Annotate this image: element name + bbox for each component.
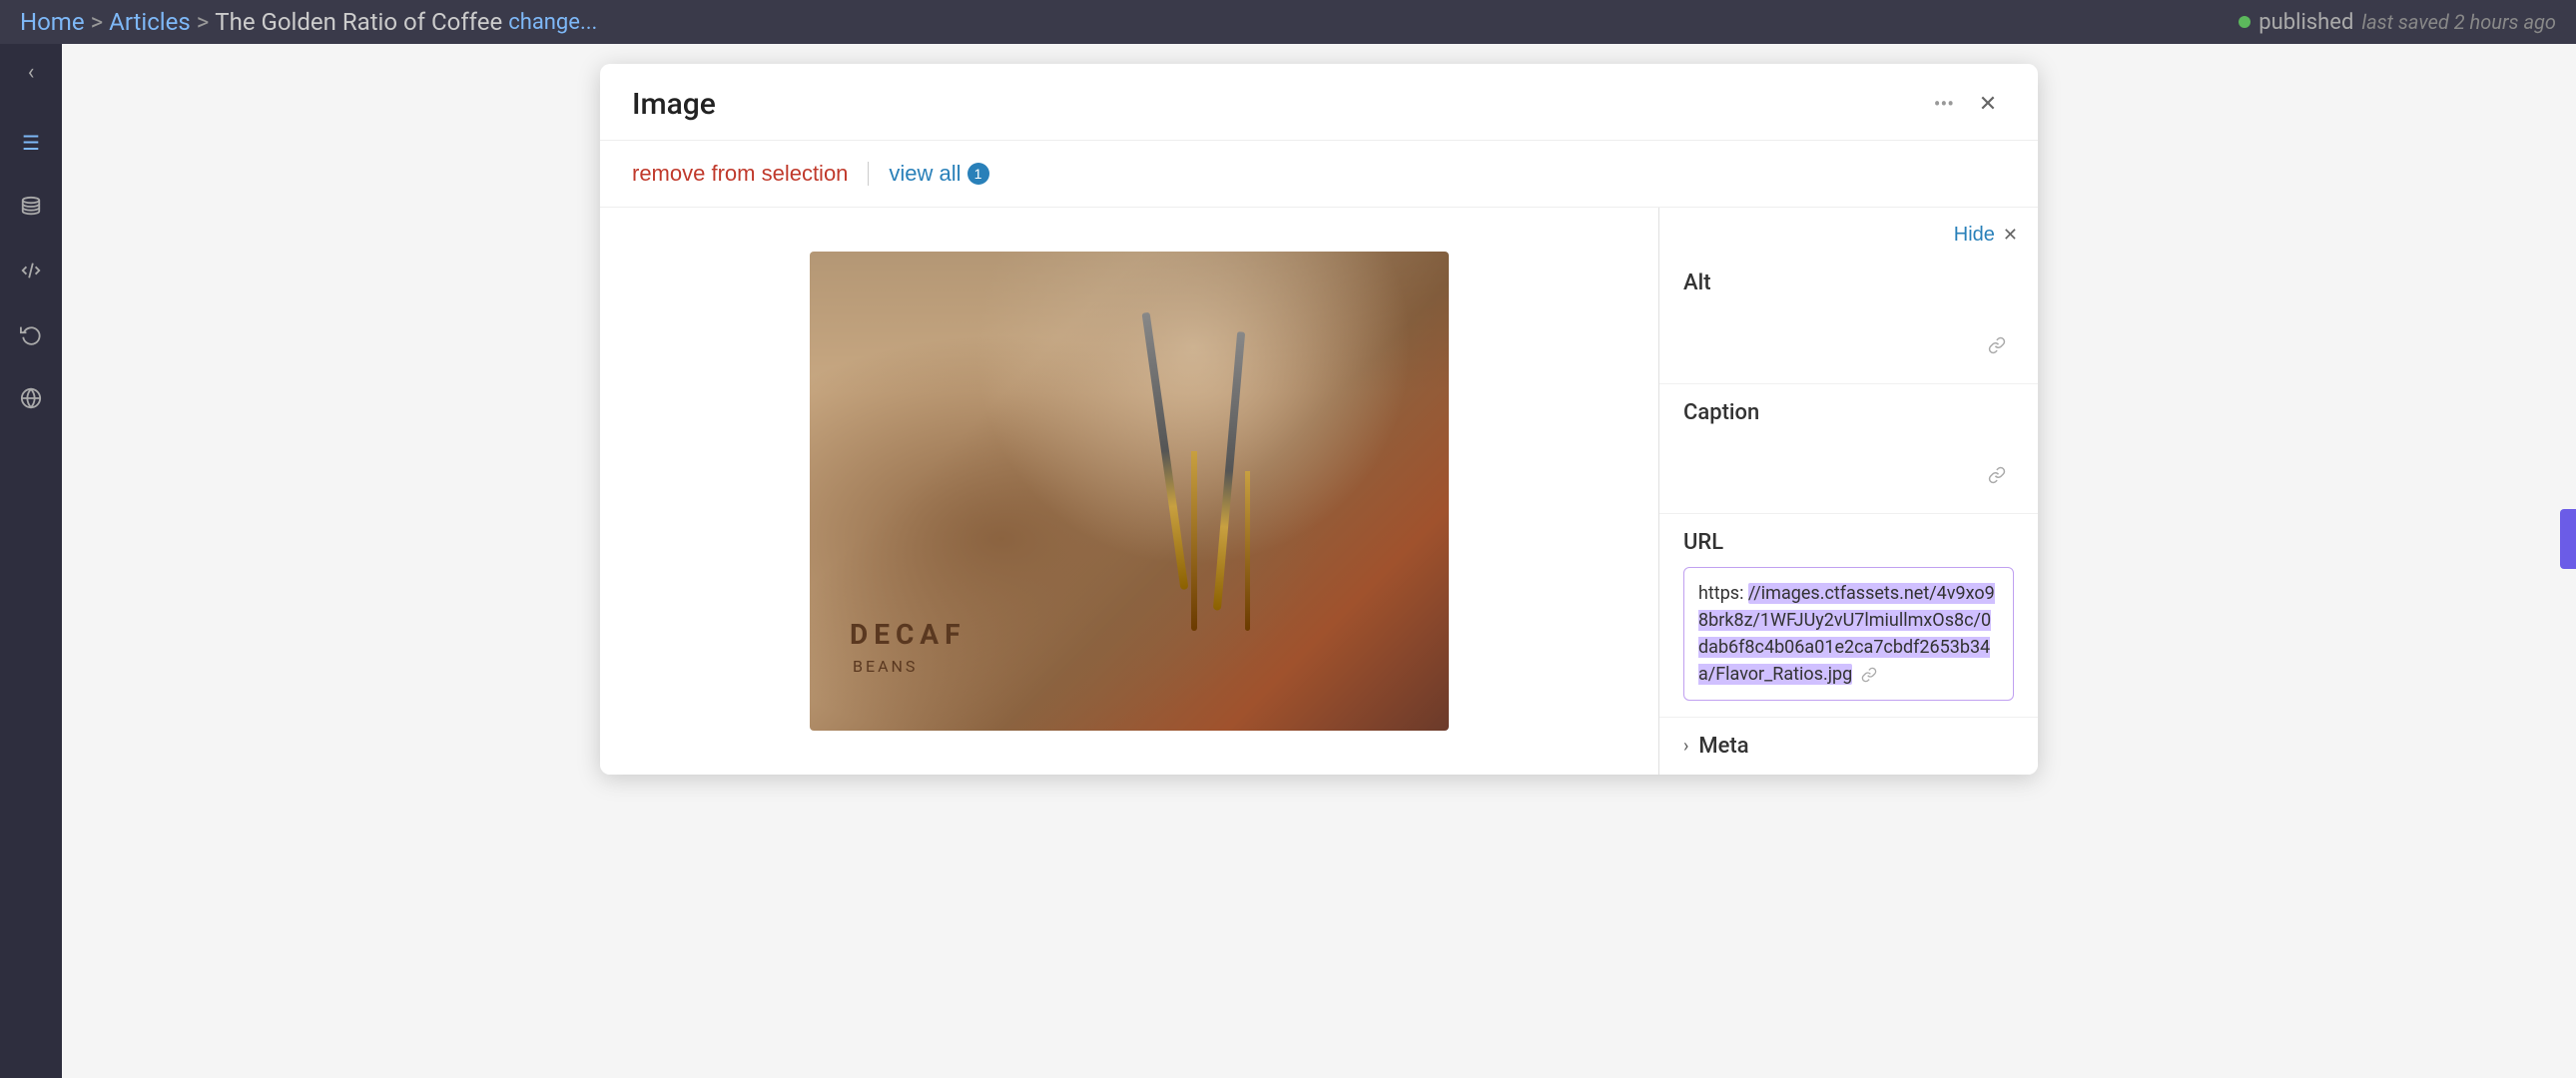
breadcrumb-page-title: The Golden Ratio of Coffee xyxy=(215,8,502,36)
sidebar-back-button[interactable]: ‹ xyxy=(28,60,35,85)
breadcrumb-articles[interactable]: Articles xyxy=(109,8,191,36)
sidebar-icon-code[interactable] xyxy=(13,253,49,288)
side-panel-indicator[interactable] xyxy=(2560,509,2576,569)
hide-close-icon[interactable]: ✕ xyxy=(2003,225,2018,246)
coffee-drip-right xyxy=(1245,471,1250,631)
alt-field-section: Alt xyxy=(1659,255,2038,384)
view-all-button[interactable]: view all 1 xyxy=(889,161,988,187)
toolbar-divider xyxy=(868,162,869,186)
modal-overlay: Image ••• ✕ remove from selection view a… xyxy=(62,44,2576,1078)
sidebar-icon-database[interactable] xyxy=(13,189,49,225)
coffee-image: DECAF BEANS xyxy=(810,252,1449,731)
decaf-sub-text: BEANS xyxy=(853,657,918,676)
modal-panel: Image ••• ✕ remove from selection view a… xyxy=(600,64,2038,775)
alt-link-icon xyxy=(1988,336,2006,359)
url-input-box[interactable]: https: //images.ctfassets.net/4v9xo98brk… xyxy=(1683,567,2014,701)
modal-body: DECAF BEANS Hide ✕ Alt xyxy=(600,208,2038,775)
caption-label: Caption xyxy=(1683,400,2014,425)
meta-header[interactable]: › Meta xyxy=(1683,734,2014,759)
sidebar-icon-globe[interactable] xyxy=(13,380,49,416)
sidebar-icon-menu[interactable]: ☰ xyxy=(13,125,49,161)
view-all-count: 1 xyxy=(967,163,989,185)
status-dot xyxy=(2239,16,2251,28)
modal-title: Image xyxy=(632,87,716,122)
breadcrumb-sep1: > xyxy=(91,8,104,36)
status-saved-text: last saved 2 hours ago xyxy=(2361,10,2556,34)
content-area: Image ••• ✕ remove from selection view a… xyxy=(62,44,2576,1078)
change-link[interactable]: change... xyxy=(508,10,597,35)
more-options-icon[interactable]: ••• xyxy=(1934,92,1954,116)
right-panel: Hide ✕ Alt xyxy=(1658,208,2038,775)
caption-input-area[interactable] xyxy=(1683,437,2014,497)
spoon-right-decoration xyxy=(1213,331,1245,611)
right-panel-header: Hide ✕ xyxy=(1659,208,2038,255)
meta-label: Meta xyxy=(1698,734,1748,759)
caption-link-icon xyxy=(1988,466,2006,489)
status-label: published xyxy=(2258,10,2353,35)
spoon-left-decoration xyxy=(1142,312,1189,590)
main-layout: ‹ ☰ xyxy=(0,44,2576,1078)
view-all-label: view all xyxy=(889,161,961,187)
caption-field-section: Caption xyxy=(1659,384,2038,514)
modal-header: Image ••• ✕ xyxy=(600,64,2038,141)
decaf-text: DECAF xyxy=(850,618,966,651)
url-prefix: https: xyxy=(1698,583,1748,604)
image-preview-area: DECAF BEANS xyxy=(600,208,1658,775)
topbar: Home > Articles > The Golden Ratio of Co… xyxy=(0,0,2576,44)
breadcrumb: Home > Articles > The Golden Ratio of Co… xyxy=(20,8,597,36)
url-section: URL https: //images.ctfassets.net/4v9xo9… xyxy=(1659,514,2038,717)
url-text: https: //images.ctfassets.net/4v9xo98brk… xyxy=(1698,583,1995,685)
url-label: URL xyxy=(1683,530,2014,555)
coffee-drip-left xyxy=(1191,451,1197,631)
alt-label: Alt xyxy=(1683,270,2014,295)
sidebar: ‹ ☰ xyxy=(0,44,62,1078)
breadcrumb-sep2: > xyxy=(197,8,210,36)
modal-close-button[interactable]: ✕ xyxy=(1970,86,2006,122)
topbar-status: published last saved 2 hours ago xyxy=(2239,10,2556,35)
alt-input-area[interactable] xyxy=(1683,307,2014,367)
sidebar-icon-history[interactable] xyxy=(13,316,49,352)
breadcrumb-home[interactable]: Home xyxy=(20,8,85,36)
hide-button[interactable]: Hide xyxy=(1954,224,1995,247)
meta-section: › Meta xyxy=(1659,717,2038,775)
meta-chevron-icon: › xyxy=(1683,736,1688,757)
remove-from-selection-button[interactable]: remove from selection xyxy=(632,157,848,191)
modal-toolbar: remove from selection view all 1 xyxy=(600,141,2038,208)
